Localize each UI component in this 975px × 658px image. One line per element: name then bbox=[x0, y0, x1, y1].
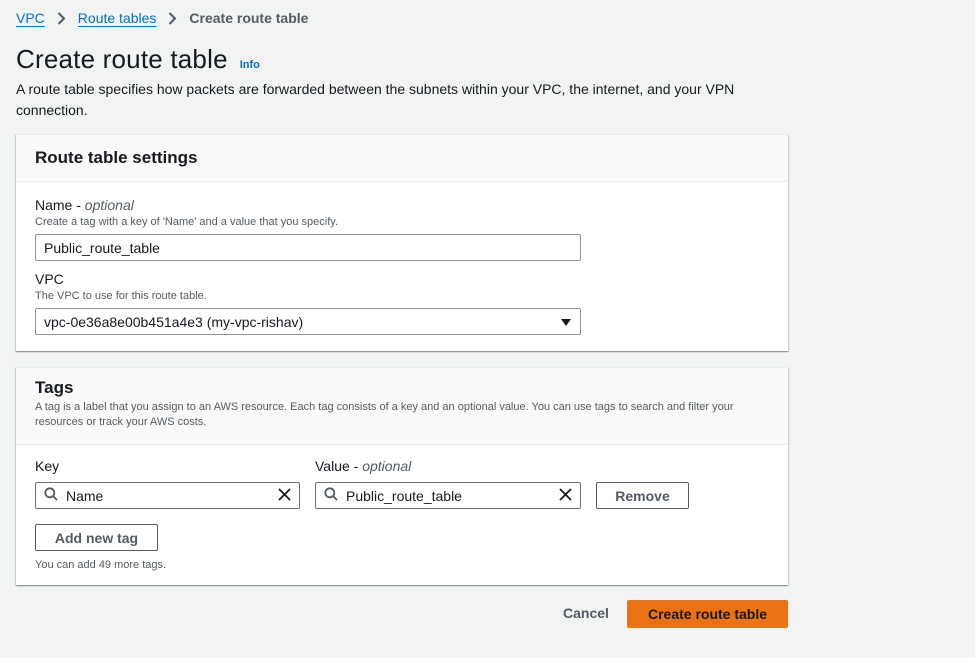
cancel-button[interactable]: Cancel bbox=[563, 605, 609, 621]
breadcrumb-vpc-link[interactable]: VPC bbox=[16, 10, 45, 26]
page: VPC Route tables Create route table Crea… bbox=[0, 0, 975, 658]
tags-panel: Tags A tag is a label that you assign to… bbox=[16, 367, 788, 585]
page-description: A route table specifies how packets are … bbox=[16, 81, 735, 118]
vpc-hint: The VPC to use for this route table. bbox=[35, 290, 207, 302]
breadcrumb-current: Create route table bbox=[189, 10, 309, 26]
tag-value-value: Public_route_table bbox=[346, 487, 462, 504]
tags-header: Tags A tag is a label that you assign to… bbox=[16, 368, 788, 445]
info-link[interactable]: Info bbox=[240, 59, 260, 71]
tag-key-input[interactable]: Name bbox=[35, 482, 300, 509]
tags-title: Tags bbox=[35, 378, 74, 397]
create-route-table-button[interactable]: Create route table bbox=[627, 600, 788, 628]
settings-header: Route table settings bbox=[16, 135, 788, 182]
settings-title: Route table settings bbox=[35, 148, 198, 167]
vpc-select[interactable]: vpc-0e36a8e00b451a4e3 (my-vpc-rishav) bbox=[35, 308, 581, 335]
name-optional: optional bbox=[84, 197, 134, 213]
tag-key-label: Key bbox=[35, 458, 60, 474]
clear-icon[interactable] bbox=[278, 487, 291, 504]
tag-key-value: Name bbox=[66, 487, 104, 504]
page-title: Create route table bbox=[16, 44, 228, 74]
name-hint: Create a tag with a key of 'Name' and a … bbox=[35, 216, 338, 228]
page-header: Create route table Info bbox=[16, 44, 260, 75]
tag-value-label: Value - optional bbox=[315, 458, 412, 474]
tag-limit-text: You can add 49 more tags. bbox=[35, 559, 167, 571]
clear-icon[interactable] bbox=[559, 487, 572, 504]
caret-down-icon bbox=[560, 314, 572, 330]
chevron-right-icon bbox=[57, 11, 66, 25]
remove-tag-button[interactable]: Remove bbox=[596, 482, 689, 509]
vpc-label: VPC bbox=[35, 271, 64, 287]
breadcrumb: VPC Route tables Create route table bbox=[16, 10, 308, 26]
name-label: Name - optional bbox=[35, 197, 134, 213]
add-new-tag-button[interactable]: Add new tag bbox=[35, 524, 158, 551]
name-input[interactable]: Public_route_table bbox=[35, 234, 581, 261]
name-field: Name - optional Create a tag with a key … bbox=[35, 197, 581, 261]
tag-value-input[interactable]: Public_route_table bbox=[315, 482, 581, 509]
vpc-select-value: vpc-0e36a8e00b451a4e3 (my-vpc-rishav) bbox=[44, 313, 304, 330]
vpc-field: VPC The VPC to use for this route table.… bbox=[35, 271, 581, 335]
chevron-right-icon bbox=[168, 11, 177, 25]
search-icon bbox=[324, 487, 338, 504]
tag-value-optional: optional bbox=[362, 458, 412, 474]
route-table-settings-panel: Route table settings Name - optional Cre… bbox=[16, 134, 788, 351]
breadcrumb-route-tables-link[interactable]: Route tables bbox=[78, 10, 157, 26]
search-icon bbox=[44, 487, 58, 504]
tags-description: A tag is a label that you assign to an A… bbox=[35, 401, 734, 428]
